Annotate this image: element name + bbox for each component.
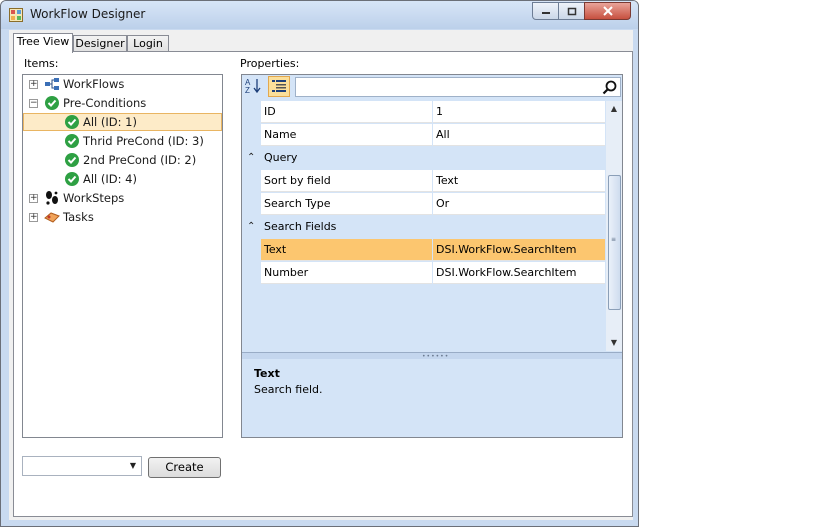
tasks-icon bbox=[44, 212, 60, 223]
property-value[interactable]: DSI.WorkFlow.SearchItem bbox=[433, 239, 605, 261]
tree-view-page: Items: + WorkFlows − Pre-Conditions All … bbox=[13, 51, 633, 517]
client-area: Tree View Designer Login Items: + WorkFl… bbox=[9, 30, 633, 520]
tree-node-label: All (ID: 4) bbox=[83, 172, 137, 186]
properties-label: Properties: bbox=[240, 57, 300, 70]
app-window: WorkFlow Designer Tree View Designer Log… bbox=[0, 0, 639, 527]
create-button[interactable]: Create bbox=[148, 457, 221, 478]
categorized-icon bbox=[272, 80, 286, 92]
tree-node-pre-conditions[interactable]: − Pre-Conditions bbox=[23, 94, 222, 112]
property-grid-scrollbar[interactable]: ▲ ≡ ▼ bbox=[606, 101, 622, 351]
category-query[interactable]: ⌃ Query bbox=[242, 147, 605, 169]
property-value[interactable]: All bbox=[433, 124, 605, 146]
check-icon bbox=[65, 134, 79, 148]
tree-node-2nd-precond[interactable]: 2nd PreCond (ID: 2) bbox=[23, 151, 222, 169]
property-row-name[interactable]: Name All bbox=[242, 124, 605, 147]
scroll-thumb[interactable]: ≡ bbox=[608, 175, 621, 310]
app-icon bbox=[9, 8, 23, 22]
tree-node-all-4[interactable]: All (ID: 4) bbox=[23, 170, 222, 188]
property-rows: ID 1 Name All ⌃ Query Sort by field Text bbox=[242, 101, 605, 351]
sort-az-icon: A Z bbox=[245, 78, 261, 95]
property-row-number[interactable]: Number DSI.WorkFlow.SearchItem bbox=[242, 262, 605, 285]
title-bar[interactable]: WorkFlow Designer bbox=[1, 1, 638, 29]
help-title: Text bbox=[254, 367, 280, 380]
property-value[interactable]: Text bbox=[433, 170, 605, 192]
tab-label: Designer bbox=[75, 37, 125, 50]
tab-designer[interactable]: Designer bbox=[73, 35, 127, 52]
category-label: Search Fields bbox=[264, 220, 337, 233]
tree-node-workflows[interactable]: + WorkFlows bbox=[23, 75, 222, 93]
tab-label: Login bbox=[133, 37, 163, 50]
create-type-combo[interactable]: ▼ bbox=[22, 456, 142, 476]
collapse-icon[interactable]: − bbox=[29, 99, 38, 108]
property-search-input[interactable] bbox=[295, 77, 621, 97]
property-name: Text bbox=[261, 239, 432, 261]
collapse-chevron-icon[interactable]: ⌃ bbox=[247, 216, 257, 238]
workflow-icon bbox=[45, 78, 59, 90]
property-grid-toolbar: A Z bbox=[242, 75, 622, 99]
check-icon bbox=[65, 172, 79, 186]
tree-node-label: 2nd PreCond (ID: 2) bbox=[83, 153, 197, 167]
expand-icon[interactable]: + bbox=[29, 80, 38, 89]
category-search-fields[interactable]: ⌃ Search Fields bbox=[242, 216, 605, 238]
property-grid[interactable]: A Z ID 1 Name All ⌃ Query Sort by field … bbox=[241, 74, 623, 438]
property-row-text[interactable]: Text DSI.WorkFlow.SearchItem bbox=[242, 239, 605, 262]
property-help-pane: Text Search field. bbox=[242, 359, 622, 437]
close-button[interactable] bbox=[584, 2, 631, 20]
help-description: Search field. bbox=[254, 383, 323, 396]
tree-node-label: Thrid PreCond (ID: 3) bbox=[83, 134, 204, 148]
tab-login[interactable]: Login bbox=[127, 35, 169, 52]
expand-icon[interactable]: + bbox=[29, 194, 38, 203]
maximize-button[interactable] bbox=[558, 2, 585, 20]
check-icon bbox=[45, 96, 59, 110]
property-name: Number bbox=[261, 262, 432, 284]
close-icon bbox=[602, 6, 613, 16]
minimize-button[interactable] bbox=[532, 2, 559, 20]
footsteps-icon bbox=[46, 191, 58, 205]
sort-categorized-button[interactable] bbox=[268, 76, 290, 97]
expand-icon[interactable]: + bbox=[29, 213, 38, 222]
property-name: Sort by field bbox=[261, 170, 432, 192]
tree-node-tasks[interactable]: + Tasks bbox=[23, 208, 222, 226]
category-label: Query bbox=[264, 151, 298, 164]
tree-node-label: All (ID: 1) bbox=[83, 115, 137, 129]
tree-node-thrid-precond[interactable]: Thrid PreCond (ID: 3) bbox=[23, 132, 222, 150]
sort-alphabetical-button[interactable]: A Z bbox=[243, 76, 265, 97]
minimize-icon bbox=[541, 12, 550, 14]
dropdown-arrow-icon[interactable]: ▼ bbox=[127, 459, 139, 473]
svg-text:Z: Z bbox=[245, 86, 250, 95]
property-name: Name bbox=[261, 124, 432, 146]
tab-label: Tree View bbox=[16, 35, 70, 48]
property-row-sort-by-field[interactable]: Sort by field Text bbox=[242, 170, 605, 193]
property-value[interactable]: Or bbox=[433, 193, 605, 215]
property-name: ID bbox=[261, 101, 432, 123]
tree-node-label: Tasks bbox=[63, 210, 94, 224]
help-splitter[interactable]: •••••• bbox=[242, 352, 622, 360]
property-name: Search Type bbox=[261, 193, 432, 215]
tree-node-worksteps[interactable]: + WorkSteps bbox=[23, 189, 222, 207]
grip-icon: ≡ bbox=[611, 236, 617, 243]
items-tree[interactable]: + WorkFlows − Pre-Conditions All (ID: 1)… bbox=[22, 74, 223, 438]
property-row-id[interactable]: ID 1 bbox=[242, 101, 605, 124]
tree-node-label: WorkSteps bbox=[63, 191, 125, 205]
property-value[interactable]: DSI.WorkFlow.SearchItem bbox=[433, 262, 605, 284]
check-icon bbox=[65, 153, 79, 167]
items-label: Items: bbox=[24, 57, 59, 70]
window-title: WorkFlow Designer bbox=[30, 7, 146, 21]
tree-node-label: Pre-Conditions bbox=[63, 96, 147, 110]
tree-node-label: WorkFlows bbox=[63, 77, 125, 91]
scroll-down-icon[interactable]: ▼ bbox=[606, 335, 622, 351]
maximize-icon bbox=[567, 7, 576, 15]
tab-tree-view[interactable]: Tree View bbox=[13, 33, 73, 53]
property-row-search-type[interactable]: Search Type Or bbox=[242, 193, 605, 216]
collapse-chevron-icon[interactable]: ⌃ bbox=[247, 147, 257, 169]
check-icon bbox=[65, 115, 79, 129]
property-value[interactable]: 1 bbox=[433, 101, 605, 123]
tree-node-all-1[interactable]: All (ID: 1) bbox=[23, 113, 222, 131]
scroll-up-icon[interactable]: ▲ bbox=[606, 101, 622, 117]
search-icon[interactable] bbox=[602, 80, 617, 95]
